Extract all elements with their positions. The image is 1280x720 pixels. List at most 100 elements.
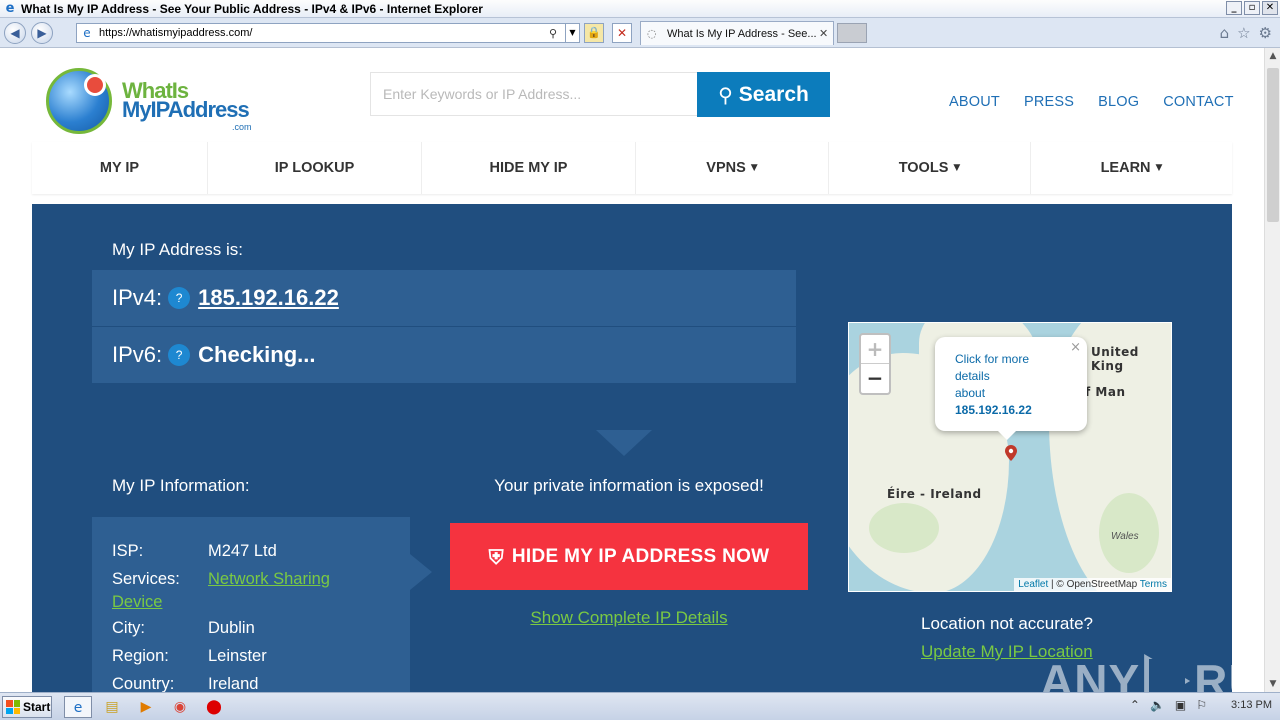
zoom-in-button[interactable]: + — [861, 335, 889, 364]
info-key: City: — [112, 619, 145, 637]
address-bar[interactable]: e https://whatismyipaddress.com/ ⚲ ▼ — [76, 23, 580, 43]
map-label-ireland: Éire - Ireland — [887, 487, 982, 501]
nav-item-hide-my-ip[interactable]: HIDE MY IP — [422, 142, 636, 194]
vertical-scrollbar[interactable]: ▲ ▼ — [1264, 48, 1280, 692]
nav-item-ip-lookup[interactable]: IP LOOKUP — [208, 142, 422, 194]
logo-line2: MyIPAddress — [122, 97, 250, 122]
favorites-icon[interactable]: ☆ — [1237, 24, 1250, 42]
ipv4-key: IPv4: — [112, 285, 163, 310]
internet-explorer-icon[interactable]: e — [64, 696, 92, 718]
map-marker-icon[interactable] — [1005, 445, 1017, 461]
info-value: Leinster — [208, 647, 267, 665]
network-icon[interactable]: ▣ — [1175, 698, 1186, 712]
scroll-down-icon[interactable]: ▼ — [1265, 676, 1280, 692]
link-blog[interactable]: BLOG — [1098, 94, 1139, 110]
ipv4-value[interactable]: 185.192.16.22 — [198, 285, 339, 311]
watermark-left: ANY — [1040, 655, 1141, 692]
info-city: City: Dublin — [112, 614, 390, 642]
ie-icon: e — [5, 0, 15, 16]
info-key: Country: — [112, 675, 175, 692]
map-popup[interactable]: × Click for more details about 185.192.1… — [935, 337, 1087, 431]
flag-icon[interactable]: ⚐ — [1196, 698, 1207, 712]
info-region: Region: Leinster — [112, 642, 390, 670]
nav-item-tools[interactable]: TOOLS ▼ — [829, 142, 1031, 194]
site-logo[interactable]: WhatIs MyIPAddress .com — [46, 66, 260, 136]
lock-icon[interactable]: 🔒 — [584, 23, 604, 43]
back-icon[interactable]: ◀ — [4, 22, 26, 44]
info-key: ISP: — [112, 542, 144, 560]
stop-sign-icon[interactable]: ⬤ — [200, 696, 228, 718]
chevron-down-icon[interactable]: ▼ — [565, 24, 579, 42]
link-about[interactable]: ABOUT — [949, 94, 1000, 110]
help-icon[interactable]: ? — [168, 344, 191, 366]
caret-down-icon: ▼ — [1155, 163, 1163, 173]
nav-item-vpns[interactable]: VPNS ▼ — [636, 142, 829, 194]
watermark-right: RUN — [1194, 655, 1264, 692]
page-viewport: WhatIs MyIPAddress .com ⚲ Search ABOUT P… — [0, 48, 1264, 692]
nav-label: VPNS — [706, 160, 746, 176]
search-icon[interactable]: ⚲ — [549, 27, 565, 40]
map-zoom-control: + − — [859, 333, 891, 395]
leaflet-link[interactable]: Leaflet — [1018, 579, 1048, 590]
forward-icon[interactable]: ▶ — [31, 22, 53, 44]
start-button[interactable]: Start — [2, 696, 52, 718]
map-park — [869, 503, 939, 553]
volume-icon[interactable]: 🔈 — [1150, 698, 1165, 712]
caret-down-icon: ▼ — [750, 163, 758, 173]
search-button-label: Search — [738, 82, 809, 106]
nav-label: LEARN — [1100, 160, 1151, 176]
address-url[interactable]: https://whatismyipaddress.com/ — [99, 27, 549, 39]
window-controls: _ ▫ ✕ — [1226, 1, 1278, 15]
new-tab-button[interactable] — [837, 23, 867, 43]
file-explorer-icon[interactable]: ▤ — [98, 696, 126, 718]
close-button[interactable]: ✕ — [1262, 1, 1278, 15]
search-button[interactable]: ⚲ Search — [697, 72, 830, 117]
caret-down-icon: ▼ — [953, 163, 961, 173]
ipv6-key: IPv6: — [112, 342, 163, 367]
tray-expand-icon[interactable]: ⌃ — [1130, 698, 1140, 712]
home-icon[interactable]: ⌂ — [1220, 24, 1230, 42]
play-icon — [1144, 654, 1191, 692]
ip-info-label: My IP Information: — [112, 476, 250, 495]
taskbar: Start e ▤ ▶ ◉ ⬤ ⌃ 🔈 ▣ ⚐ 3:13 PM — [0, 692, 1280, 720]
system-tray: ⌃ 🔈 ▣ ⚐ 3:13 PM — [1130, 698, 1272, 712]
services-link[interactable]: Network Sharing — [208, 565, 330, 593]
services-link-continued[interactable]: Device — [112, 590, 390, 614]
minimize-button[interactable]: _ — [1226, 1, 1242, 15]
maximize-button[interactable]: ▫ — [1244, 1, 1260, 15]
popup-text: details — [955, 369, 990, 383]
info-isp: ISP: M247 Ltd — [112, 537, 390, 565]
help-icon[interactable]: ? — [168, 287, 191, 309]
search-input[interactable] — [370, 72, 698, 116]
chrome-icon[interactable]: ◉ — [166, 696, 194, 718]
stop-icon[interactable]: ✕ — [612, 23, 632, 43]
tab-close-icon[interactable]: ✕ — [819, 27, 833, 40]
location-map[interactable]: United King f Man Éire - Ireland Wales +… — [848, 322, 1172, 592]
nav-label: HIDE MY IP — [489, 160, 568, 176]
my-ip-label: My IP Address is: — [112, 240, 244, 259]
scroll-up-icon[interactable]: ▲ — [1265, 48, 1280, 64]
map-label-man: f Man — [1085, 385, 1126, 399]
tools-gear-icon[interactable]: ⚙ — [1259, 24, 1272, 42]
ip-info-box: ISP: M247 Ltd Services: Network Sharing … — [92, 517, 410, 692]
nav-item-my-ip[interactable]: MY IP — [32, 142, 208, 194]
popup-text: about — [955, 386, 986, 400]
hide-my-ip-button[interactable]: ⛨ HIDE MY IP ADDRESS NOW — [450, 523, 808, 590]
nav-label: IP LOOKUP — [274, 160, 355, 176]
nav-item-learn[interactable]: LEARN ▼ — [1031, 142, 1232, 194]
close-icon[interactable]: × — [1070, 339, 1081, 356]
media-player-icon[interactable]: ▶ — [132, 696, 160, 718]
browser-tab[interactable]: ◌ What Is My IP Address - See... ✕ — [640, 21, 834, 45]
exposed-warning: Your private information is exposed! — [494, 476, 764, 495]
scroll-thumb[interactable] — [1267, 68, 1279, 222]
zoom-out-button[interactable]: − — [861, 364, 889, 393]
window-titlebar: e What Is My IP Address - See Your Publi… — [0, 0, 1280, 18]
map-pin-icon — [84, 74, 106, 96]
link-press[interactable]: PRESS — [1024, 94, 1074, 110]
show-details-link[interactable]: Show Complete IP Details — [450, 608, 808, 628]
clock[interactable]: 3:13 PM — [1231, 699, 1272, 711]
ip-hero-panel: My IP Address is: IPv4: ? 185.192.16.22 … — [32, 204, 1232, 692]
terms-link[interactable]: Terms — [1140, 579, 1167, 590]
link-contact[interactable]: CONTACT — [1163, 94, 1233, 110]
ipv4-row: IPv4: ? 185.192.16.22 — [92, 270, 796, 326]
